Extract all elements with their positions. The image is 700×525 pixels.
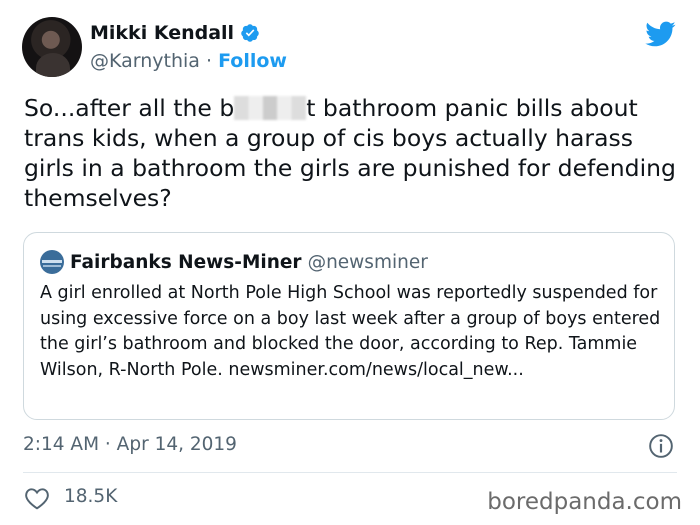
- watermark: boredpanda.com: [487, 489, 682, 515]
- redacted-word: [234, 96, 307, 120]
- info-icon[interactable]: [648, 433, 674, 459]
- divider: [23, 472, 677, 473]
- verified-badge-icon: [241, 24, 259, 42]
- quoted-tweet-header: Fairbanks News-Miner @newsminer: [40, 250, 428, 274]
- tweet-text: So...after all the bt bathroom panic bil…: [24, 93, 684, 213]
- heart-icon[interactable]: [24, 486, 50, 510]
- like-count[interactable]: 18.5K: [64, 486, 117, 507]
- author-name[interactable]: Mikki Kendall: [90, 22, 234, 44]
- quoted-author-handle: @newsminer: [307, 251, 428, 273]
- author-handle-row: @Karnythia · Follow: [90, 50, 287, 72]
- quoted-tweet-text: A girl enrolled at North Pole High Schoo…: [40, 283, 661, 380]
- tweet-text-start: So...after all the b: [24, 94, 235, 122]
- follow-button[interactable]: Follow: [218, 50, 287, 72]
- twitter-bird-icon[interactable]: [644, 20, 676, 48]
- author-avatar[interactable]: [22, 17, 82, 77]
- quoted-author-name: Fairbanks News-Miner: [70, 251, 302, 273]
- quoted-tweet-card[interactable]: Fairbanks News-Miner @newsminer A girl e…: [23, 232, 675, 420]
- quoted-author-avatar: [40, 250, 64, 274]
- author-handle[interactable]: @Karnythia: [90, 50, 200, 72]
- separator-dot: ·: [206, 50, 213, 72]
- author-name-row: Mikki Kendall: [90, 22, 260, 44]
- tweet-timestamp[interactable]: 2:14 AM · Apr 14, 2019: [23, 434, 237, 455]
